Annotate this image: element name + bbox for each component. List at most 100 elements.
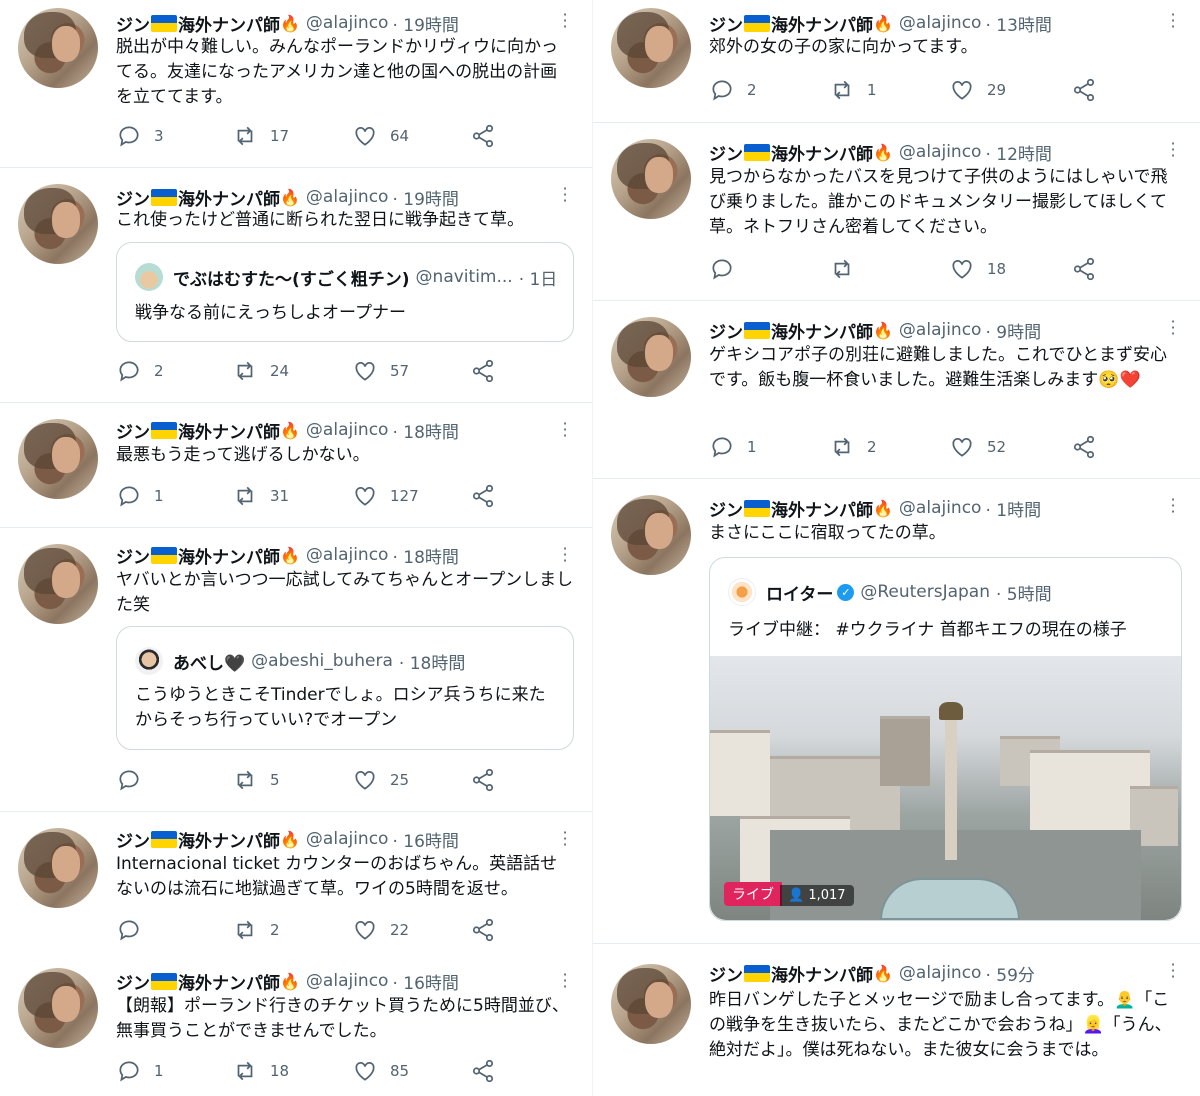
more-icon[interactable]: · · · [1170,314,1176,342]
tweet[interactable]: ジン 海外ナンパ師 🔥 @alajinco · 19時間 · · · これ使ったけど… [0,168,592,403]
display-name-suffix[interactable]: 海外ナンパ師 [178,969,280,994]
user-handle[interactable]: @alajinco [306,971,389,991]
quoted-avatar[interactable] [135,647,163,675]
retweet-button[interactable]: 1 [829,75,877,105]
like-button[interactable]: 22 [352,915,409,945]
more-icon[interactable]: · · · [1170,136,1176,164]
more-icon[interactable]: · · · [562,181,568,209]
share-button[interactable] [1071,432,1097,462]
tweet[interactable]: ジン 海外ナンパ師 🔥 @alajinco · 18時間 · · · ヤバいとか言い… [0,528,592,812]
retweet-button[interactable]: 24 [232,356,289,386]
tweet[interactable]: ジン 海外ナンパ師 🔥 @alajinco · 16時間 · · · 【朗報】ポーラ… [0,954,592,1096]
user-handle[interactable]: @alajinco [899,963,982,983]
reply-button[interactable]: 2 [709,75,757,105]
user-handle[interactable]: @alajinco [899,498,982,518]
share-button[interactable] [470,1056,496,1086]
display-name-suffix[interactable]: 海外ナンパ師 [771,140,873,165]
display-name-suffix[interactable]: 海外ナンパ師 [178,827,280,852]
live-video-thumbnail[interactable]: ライブ 👤 1,017 [710,656,1181,920]
timestamp[interactable]: · 13時間 [985,11,1051,36]
reply-button[interactable]: 1 [116,481,164,511]
display-name[interactable]: ジン [116,969,150,994]
quoted-tweet[interactable]: ロイター ✓ @ReutersJapan · 5時間 ライブ中継： #ウクライナ… [709,557,1182,921]
quoted-handle[interactable]: @ReutersJapan [860,582,990,602]
reply-button[interactable]: 1 [116,1056,164,1086]
avatar[interactable] [611,8,691,88]
quoted-tweet[interactable]: でぶはむすた〜(すごく粗チン) @navitim... · 1日 戦争なる前にえ… [116,242,574,342]
tweet[interactable]: ジン 海外ナンパ師 🔥 @alajinco · 19時間 · · · 脱出が中々難し… [0,0,592,168]
display-name-suffix[interactable]: 海外ナンパ師 [771,961,873,986]
display-name[interactable]: ジン [116,827,150,852]
avatar[interactable] [18,968,98,1048]
avatar[interactable] [611,317,691,397]
display-name-suffix[interactable]: 海外ナンパ師 [178,185,280,210]
avatar[interactable] [18,544,98,624]
timestamp[interactable]: · 16時間 [392,969,458,994]
like-button[interactable]: 64 [352,121,409,151]
like-button[interactable]: 127 [352,481,419,511]
reply-button[interactable] [709,254,747,284]
tweet[interactable]: ジン 海外ナンパ師 🔥 @alajinco · 59分 · · · 昨日バンゲした子… [593,944,1200,1096]
like-button[interactable]: 85 [352,1056,409,1086]
avatar[interactable] [611,139,691,219]
tweet[interactable]: ジン 海外ナンパ師 🔥 @alajinco · 18時間 · · · 最悪もう走って… [0,403,592,528]
display-name[interactable]: ジン [709,496,743,521]
display-name[interactable]: ジン [116,185,150,210]
share-button[interactable] [470,356,496,386]
reply-button[interactable] [116,765,154,795]
like-button[interactable]: 29 [949,75,1006,105]
more-icon[interactable]: · · · [562,7,568,35]
timestamp[interactable]: · 9時間 [985,318,1041,343]
display-name[interactable]: ジン [116,11,150,36]
display-name-suffix[interactable]: 海外ナンパ師 [771,11,873,36]
display-name[interactable]: ジン [116,418,150,443]
reply-button[interactable]: 1 [709,432,757,462]
display-name[interactable]: ジン [709,318,743,343]
avatar[interactable] [18,828,98,908]
like-button[interactable]: 52 [949,432,1006,462]
reply-button[interactable]: 2 [116,356,164,386]
timestamp[interactable]: · 18時間 [392,543,458,568]
tweet[interactable]: ジン 海外ナンパ師 🔥 @alajinco · 16時間 · · · Interna… [0,812,592,954]
tweet[interactable]: ジン 海外ナンパ師 🔥 @alajinco · 13時間 · · · 郊外の女の子の… [593,0,1200,123]
quoted-timestamp[interactable]: · 1日 [519,265,558,290]
retweet-button[interactable]: 5 [232,765,280,795]
timestamp[interactable]: · 19時間 [392,11,458,36]
quoted-tweet[interactable]: あべし🖤 @abeshi_buhera · 18時間 こうゆうときこそTinde… [116,626,574,750]
quoted-handle[interactable]: @abeshi_buhera [251,651,393,671]
share-button[interactable] [470,915,496,945]
more-icon[interactable]: · · · [1170,957,1176,985]
timestamp[interactable]: · 12時間 [985,140,1051,165]
more-icon[interactable]: · · · [562,541,568,569]
user-handle[interactable]: @alajinco [306,420,389,440]
reply-button[interactable] [116,915,154,945]
retweet-button[interactable]: 31 [232,481,289,511]
more-icon[interactable]: · · · [1170,492,1176,520]
reuters-logo-icon[interactable] [728,578,756,606]
quoted-display-name[interactable]: でぶはむすた〜(すごく粗チン) [173,265,410,290]
user-handle[interactable]: @alajinco [306,829,389,849]
quoted-display-name[interactable]: あべし🖤 [173,649,245,674]
more-icon[interactable]: · · · [1170,7,1176,35]
like-button[interactable]: 57 [352,356,409,386]
quoted-handle[interactable]: @navitim... [416,267,513,287]
user-handle[interactable]: @alajinco [306,13,389,33]
avatar[interactable] [611,964,691,1044]
display-name-suffix[interactable]: 海外ナンパ師 [178,418,280,443]
tweet[interactable]: ジン 海外ナンパ師 🔥 @alajinco · 9時間 · · · ゲキシコアポ子の… [593,301,1200,479]
quoted-display-name[interactable]: ロイター [766,580,833,605]
quoted-timestamp[interactable]: · 18時間 [399,649,465,674]
share-button[interactable] [470,481,496,511]
avatar[interactable] [18,184,98,264]
tweet[interactable]: ジン 海外ナンパ師 🔥 @alajinco · 12時間 · · · 見つからなかっ… [593,123,1200,301]
avatar[interactable] [611,495,691,575]
like-button[interactable]: 25 [352,765,409,795]
retweet-button[interactable]: 2 [232,915,280,945]
tweet[interactable]: ジン 海外ナンパ師 🔥 @alajinco · 1時間 · · · まさにここに宿取… [593,479,1200,944]
more-icon[interactable]: · · · [562,416,568,444]
user-handle[interactable]: @alajinco [306,545,389,565]
share-button[interactable] [1071,254,1097,284]
timestamp[interactable]: · 18時間 [392,418,458,443]
avatar[interactable] [18,8,98,88]
user-handle[interactable]: @alajinco [899,320,982,340]
